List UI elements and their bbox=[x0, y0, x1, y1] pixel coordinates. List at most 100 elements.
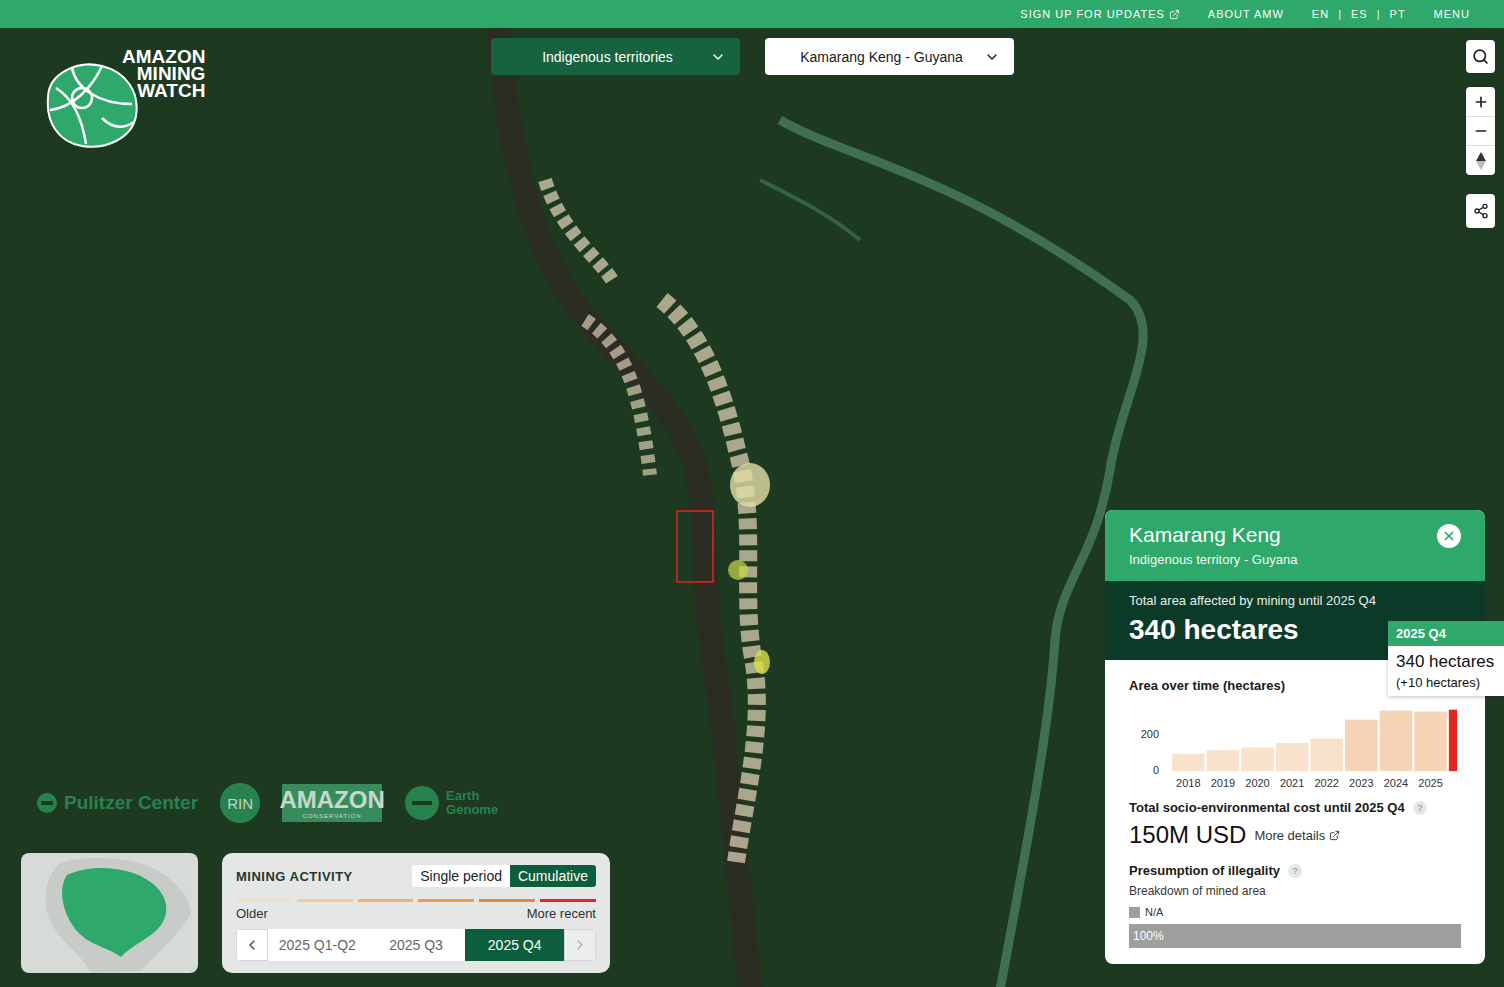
top-link[interactable]: SIGN UP FOR UPDATES bbox=[1020, 8, 1180, 20]
help-badge[interactable]: ? bbox=[1288, 864, 1302, 878]
leaf-logo-icon bbox=[42, 58, 142, 150]
chart-bar[interactable] bbox=[1207, 750, 1240, 771]
map-controls bbox=[1466, 40, 1495, 228]
territory-type: Indigenous territory - Guyana bbox=[1129, 552, 1297, 567]
age-legend bbox=[236, 899, 596, 902]
chart-bar[interactable] bbox=[1449, 710, 1457, 771]
top-link[interactable]: ABOUT AMW bbox=[1208, 8, 1284, 20]
amazon-region-icon bbox=[21, 853, 198, 973]
language-option[interactable]: ES bbox=[1351, 8, 1368, 20]
chart-bar[interactable] bbox=[1172, 754, 1205, 771]
mode-option[interactable]: Single period bbox=[412, 865, 510, 887]
chart-bar[interactable] bbox=[1276, 743, 1309, 771]
logo-text: AMAZONMININGWATCH bbox=[122, 48, 205, 99]
language-option[interactable]: EN bbox=[1312, 8, 1329, 20]
zoom-out-button[interactable] bbox=[1466, 116, 1495, 145]
zoom-in-button[interactable] bbox=[1466, 87, 1495, 116]
chart-bar[interactable] bbox=[1345, 720, 1378, 771]
mode-option[interactable]: Cumulative bbox=[510, 865, 596, 887]
legend-segment bbox=[418, 899, 474, 902]
minus-icon bbox=[1473, 123, 1489, 139]
app: SIGN UP FOR UPDATES ABOUT AMW EN | ES | PT MENU… bbox=[0, 0, 1504, 987]
close-icon bbox=[1442, 529, 1456, 543]
x-label: 2021 bbox=[1280, 777, 1304, 789]
legend-segment bbox=[236, 899, 292, 902]
legend-recent: More recent bbox=[527, 906, 596, 921]
compass-icon bbox=[1476, 152, 1486, 170]
previous-button[interactable] bbox=[236, 929, 268, 961]
partner-logos: Pulitzer Center RIN AMAZONCONSERVATION Eart… bbox=[36, 783, 498, 823]
legend-segment bbox=[479, 899, 535, 902]
separator: | bbox=[1338, 8, 1342, 20]
share-icon bbox=[1473, 203, 1489, 219]
x-label: 2022 bbox=[1314, 777, 1338, 789]
period-option[interactable]: 2025 Q1-Q2 bbox=[268, 929, 367, 961]
rin-logo[interactable]: RIN bbox=[220, 783, 260, 823]
next-button[interactable] bbox=[564, 929, 596, 961]
x-label: 2018 bbox=[1176, 777, 1200, 789]
chart-bar[interactable] bbox=[1380, 711, 1413, 771]
filter-dropdown[interactable]: Kamarang Keng - Guyana bbox=[765, 38, 1014, 75]
chevron-left-icon bbox=[244, 937, 260, 953]
legend-segment bbox=[540, 899, 596, 902]
pulitzer-logo[interactable]: Pulitzer Center bbox=[36, 792, 198, 814]
total-label: Total area affected by mining until 2025… bbox=[1129, 593, 1461, 608]
tooltip-title: 2025 Q4 bbox=[1388, 621, 1504, 646]
search-control bbox=[1466, 40, 1495, 73]
selection-marker bbox=[677, 511, 713, 582]
chart-bar[interactable] bbox=[1241, 748, 1274, 771]
territory-panel: Kamarang Keng Indigenous territory - Guya… bbox=[1105, 510, 1485, 964]
separator: | bbox=[1377, 8, 1381, 20]
mode-toggle: Single periodCumulative bbox=[412, 865, 596, 887]
legend-segment bbox=[358, 899, 414, 902]
chevron-down-icon bbox=[710, 49, 726, 65]
illegality-title: Presumption of illegality? bbox=[1129, 863, 1461, 878]
y-tick: 0 bbox=[1153, 764, 1159, 776]
compass-button[interactable] bbox=[1466, 145, 1495, 175]
share-button[interactable] bbox=[1466, 194, 1495, 228]
legend-item: N/A bbox=[1129, 906, 1163, 918]
chevron-down-icon bbox=[984, 49, 1000, 65]
search-icon bbox=[1472, 48, 1489, 65]
illegality-subtitle: Breakdown of mined area bbox=[1129, 884, 1461, 898]
cost-label: Total socio-environmental cost until 202… bbox=[1129, 800, 1461, 815]
illegality-bar: 100% bbox=[1129, 924, 1461, 948]
help-badge[interactable]: ? bbox=[1413, 801, 1427, 815]
territory-name: Kamarang Keng bbox=[1129, 523, 1297, 547]
mini-map[interactable] bbox=[21, 853, 198, 973]
amazon-conservation-logo[interactable]: AMAZONCONSERVATION bbox=[282, 784, 382, 822]
x-label: 2024 bbox=[1384, 777, 1408, 789]
more-details-link[interactable]: More details bbox=[1254, 828, 1340, 843]
x-label: 2019 bbox=[1211, 777, 1235, 789]
logo[interactable]: AMAZONMININGWATCH bbox=[42, 48, 205, 150]
language-switch: EN | ES | PT bbox=[1312, 8, 1406, 20]
legend-segment bbox=[297, 899, 353, 902]
map[interactable]: AMAZONMININGWATCH Indigenous territories K… bbox=[0, 28, 1504, 987]
close-button[interactable] bbox=[1437, 524, 1461, 548]
language-option[interactable]: PT bbox=[1390, 8, 1406, 20]
tooltip-value: 340 hectares bbox=[1396, 652, 1496, 672]
chart-bar[interactable] bbox=[1414, 711, 1447, 771]
earth-genome-logo[interactable]: EarthGenome bbox=[404, 785, 498, 821]
menu-button[interactable]: MENU bbox=[1434, 8, 1470, 20]
chart-tooltip: 2025 Q4340 hectares(+10 hectares) bbox=[1388, 621, 1504, 696]
share-control bbox=[1466, 194, 1495, 228]
x-label: 2025 bbox=[1418, 777, 1442, 789]
pulitzer-mark-icon bbox=[36, 792, 58, 814]
panel-title: MINING ACTIVITY bbox=[236, 869, 353, 884]
x-label: 2020 bbox=[1245, 777, 1269, 789]
filter-dropdown[interactable]: Indigenous territories bbox=[491, 38, 740, 75]
y-tick: 200 bbox=[1141, 728, 1159, 740]
search-button[interactable] bbox=[1466, 40, 1495, 73]
cost-value: 150M USD bbox=[1129, 821, 1246, 849]
period-option[interactable]: 2025 Q4 bbox=[465, 929, 564, 961]
x-label: 2023 bbox=[1349, 777, 1373, 789]
bar-segment[interactable]: 100% bbox=[1129, 924, 1461, 948]
period-option[interactable]: 2025 Q3 bbox=[367, 929, 466, 961]
area-chart[interactable]: 200 0 2018 2019 2020 2021 2022 2023 2024 2025 bbox=[1129, 697, 1461, 792]
chart-bar[interactable] bbox=[1310, 739, 1343, 771]
zoom-control bbox=[1466, 87, 1495, 175]
external-link-icon bbox=[1169, 9, 1180, 20]
mining-activity-panel: MINING ACTIVITYSingle periodCumulativeOl… bbox=[222, 853, 610, 973]
top-bar: SIGN UP FOR UPDATES ABOUT AMW EN | ES | PT MENU bbox=[0, 0, 1504, 28]
